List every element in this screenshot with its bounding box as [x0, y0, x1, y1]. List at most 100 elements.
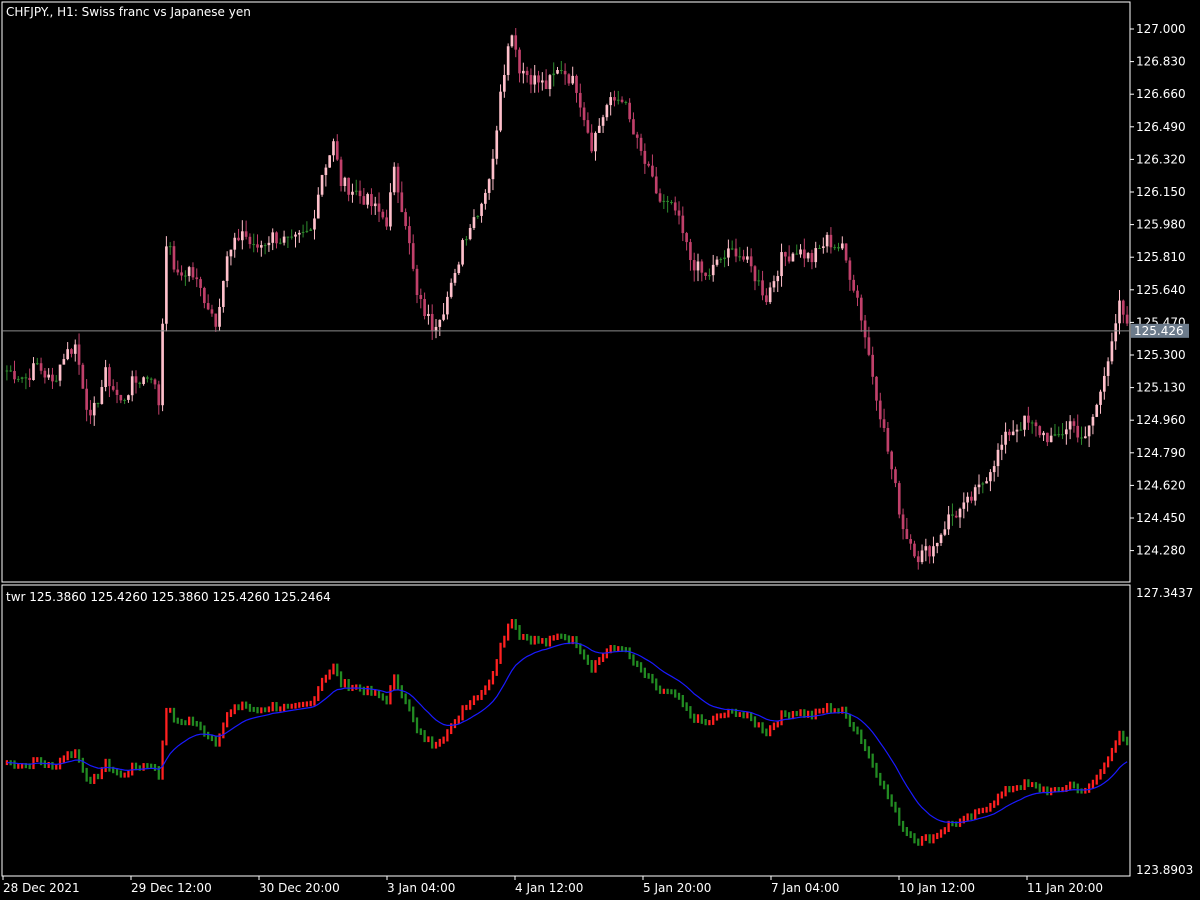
candle-body — [932, 546, 935, 557]
indicator-bar — [96, 773, 100, 780]
candle-body — [313, 218, 316, 230]
indicator-bar — [537, 635, 540, 644]
candle-body — [282, 236, 286, 243]
candle-body — [328, 155, 331, 168]
indicator-bar — [632, 654, 635, 666]
indicator-bar — [886, 784, 890, 800]
indicator-bar — [507, 623, 510, 641]
indicator-bar — [336, 663, 339, 677]
price-tick-label: 125.640 — [1136, 283, 1186, 297]
main-chart-panel[interactable]: CHFJPY., H1: Swiss franc vs Japanese yen… — [1, 1, 1189, 583]
candle-body — [875, 376, 878, 401]
indicator-bar — [1087, 783, 1091, 793]
indicator-bar — [1004, 786, 1007, 797]
candle-body — [666, 200, 669, 202]
candle-body — [784, 252, 787, 257]
candle-body — [818, 248, 821, 250]
candle-body — [446, 296, 449, 315]
indicator-bar — [488, 679, 491, 691]
indicator-bar — [898, 807, 901, 826]
candle-body — [191, 267, 195, 278]
indicator-bar — [548, 635, 552, 647]
indicator-ma-line — [6, 642, 1128, 824]
candle-body — [271, 232, 275, 243]
indicator-bar — [119, 770, 122, 778]
indicator-bar — [818, 708, 821, 714]
indicator-bar — [214, 736, 217, 747]
candle-body — [742, 256, 745, 260]
candle-body — [632, 119, 635, 135]
indicator-bar — [142, 763, 145, 771]
candle-body — [1106, 361, 1110, 376]
candle-body — [510, 35, 514, 47]
indicator-bar — [43, 760, 47, 769]
indicator-bar — [328, 669, 331, 680]
candle-body — [992, 466, 996, 473]
candle-body — [366, 194, 369, 205]
candle-body — [484, 192, 487, 204]
candle-body — [639, 137, 643, 151]
candle-body — [920, 550, 924, 563]
indicator-bar — [636, 660, 639, 668]
indicator-bar — [738, 712, 741, 717]
chart-canvas[interactable]: CHFJPY., H1: Swiss franc vs Japanese yen… — [0, 0, 1200, 900]
indicator-bars — [5, 619, 1129, 846]
candle-body — [833, 247, 837, 249]
indicator-bar — [575, 636, 578, 649]
candle-body — [180, 272, 183, 276]
candle-body — [871, 354, 875, 377]
candle-body — [738, 256, 742, 258]
candle-body — [290, 236, 294, 238]
indicator-bar — [928, 834, 931, 844]
candle-body — [172, 246, 176, 270]
candle-body — [537, 75, 540, 83]
indicator-bar — [894, 801, 897, 813]
price-tick-label: 124.450 — [1136, 511, 1186, 525]
candle-body — [708, 275, 711, 277]
indicator-bar — [260, 707, 263, 714]
indicator-bar — [469, 700, 472, 710]
indicator-bar — [879, 772, 882, 786]
indicator-bar — [795, 710, 798, 717]
indicator-bar — [810, 710, 814, 720]
price-tick-label: 126.490 — [1136, 120, 1186, 134]
chart-title: CHFJPY., H1: Swiss franc vs Japanese yen — [6, 5, 251, 19]
candle-body — [461, 240, 464, 265]
candle-body — [954, 515, 958, 518]
indicator-bar — [396, 674, 400, 691]
indicator-bar — [681, 694, 684, 708]
indicator-bar — [936, 832, 939, 840]
candle-body — [39, 363, 43, 371]
candle-body — [480, 203, 483, 216]
indicator-bar — [275, 702, 278, 712]
candle-body — [1076, 425, 1080, 438]
candle-body — [157, 384, 161, 406]
candle-body — [544, 80, 548, 90]
indicator-bar — [1042, 786, 1045, 793]
indicator-panel-border — [1, 584, 1131, 877]
candle-body — [503, 75, 506, 92]
indicator-bar — [704, 718, 707, 726]
candle-body — [525, 70, 529, 76]
indicator-bar — [461, 705, 464, 721]
indicator-bar — [825, 703, 829, 713]
indicator-bar — [355, 684, 358, 690]
indicator-bar — [670, 689, 673, 695]
candle-body — [168, 246, 172, 248]
indicator-bar — [1046, 786, 1049, 796]
candle-body — [347, 177, 350, 195]
candle-body — [616, 99, 620, 101]
time-tick-label: 30 Dec 20:00 — [259, 881, 340, 895]
indicator-bar — [772, 722, 776, 731]
price-axis: 127.000 126.830 126.660 126.490 126.320 126.1… — [1130, 22, 1186, 558]
indicator-bar — [70, 751, 73, 759]
candle-body — [1061, 434, 1064, 436]
indicator-bar — [1072, 781, 1076, 789]
indicator-bar — [81, 757, 84, 773]
indicator-bar — [244, 701, 248, 709]
candle-body — [522, 70, 525, 74]
indicator-panel[interactable]: twr 125.3860 125.4260 125.3860 125.4260 … — [1, 584, 1193, 877]
candle-body — [578, 92, 582, 108]
indicator-bar — [1027, 779, 1030, 788]
indicator-bar — [875, 762, 878, 778]
